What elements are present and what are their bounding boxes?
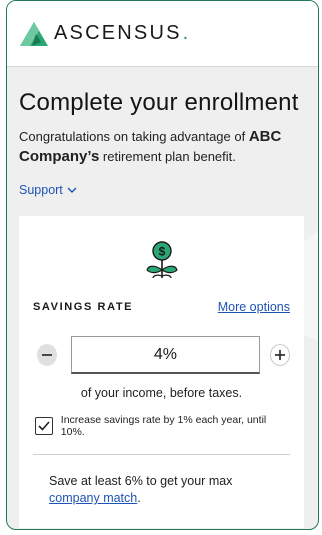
savings-rate-input[interactable]: 4% bbox=[71, 336, 260, 374]
intro-prefix: Congratulations on taking advantage of bbox=[19, 129, 249, 144]
support-dropdown[interactable]: Support bbox=[19, 183, 77, 197]
increase-button[interactable] bbox=[269, 344, 290, 366]
chevron-down-icon bbox=[67, 187, 77, 193]
enrollment-panel: ASCENSUS . Complete your enrollment Cong… bbox=[6, 0, 319, 530]
intro-suffix: retirement plan benefit. bbox=[99, 149, 236, 164]
intro-text: Congratulations on taking advantage of A… bbox=[19, 127, 306, 167]
svg-text:$: $ bbox=[158, 245, 165, 259]
auto-increase-row: Increase savings rate by 1% each year, u… bbox=[35, 414, 290, 438]
company-match-link[interactable]: company match bbox=[49, 491, 137, 505]
savings-rate-stepper: 4% bbox=[33, 336, 290, 374]
decrease-button[interactable] bbox=[37, 344, 58, 366]
ascensus-logo-icon bbox=[20, 21, 48, 46]
minus-icon bbox=[42, 354, 53, 356]
money-plant-icon: $ bbox=[145, 241, 178, 279]
support-label: Support bbox=[19, 183, 63, 197]
page-header: Complete your enrollment Congratulations… bbox=[7, 89, 318, 199]
company-match-note: Save at least 6% to get your max company… bbox=[33, 473, 290, 507]
divider bbox=[33, 454, 290, 455]
match-prefix: Save at least 6% to get your max bbox=[49, 474, 233, 488]
more-options-link[interactable]: More options bbox=[218, 300, 290, 314]
plant-icon-wrap: $ bbox=[33, 240, 290, 280]
match-suffix: . bbox=[137, 491, 141, 505]
page-title: Complete your enrollment bbox=[19, 89, 299, 116]
brand-name: ASCENSUS bbox=[54, 22, 182, 44]
auto-increase-label: Increase savings rate by 1% each year, u… bbox=[60, 414, 267, 438]
savings-card: $ SAVINGS RATE More options 4% of your i… bbox=[19, 216, 304, 528]
checkmark-icon bbox=[38, 421, 50, 431]
income-note: of your income, before taxes. bbox=[80, 386, 243, 400]
savings-rate-header: SAVINGS RATE More options bbox=[33, 300, 290, 314]
header-bar: ASCENSUS . bbox=[7, 1, 318, 67]
auto-increase-checkbox[interactable] bbox=[35, 417, 53, 435]
plus-icon bbox=[274, 350, 285, 360]
savings-rate-label: SAVINGS RATE bbox=[33, 301, 134, 313]
brand-dot: . bbox=[182, 22, 189, 44]
